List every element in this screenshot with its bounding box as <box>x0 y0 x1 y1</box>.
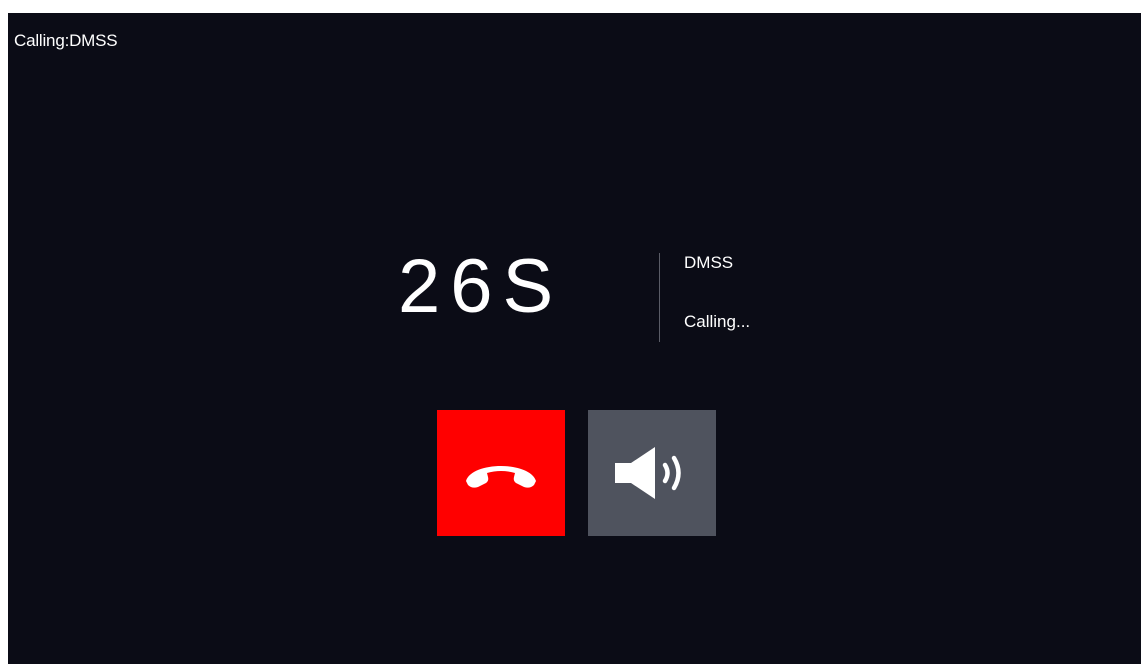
window-title: Calling:DMSS <box>14 31 118 50</box>
hangup-button[interactable] <box>437 410 565 536</box>
speaker-button[interactable] <box>588 410 716 536</box>
call-status: Calling... <box>684 312 751 331</box>
caller-name: DMSS <box>684 253 734 272</box>
divider <box>659 253 660 342</box>
call-timer: 26S <box>398 244 564 329</box>
call-screen: Calling:DMSS 26S DMSS Calling... <box>8 13 1141 664</box>
speaker-volume-icon <box>615 447 681 499</box>
phone-hangup-icon <box>466 466 536 488</box>
